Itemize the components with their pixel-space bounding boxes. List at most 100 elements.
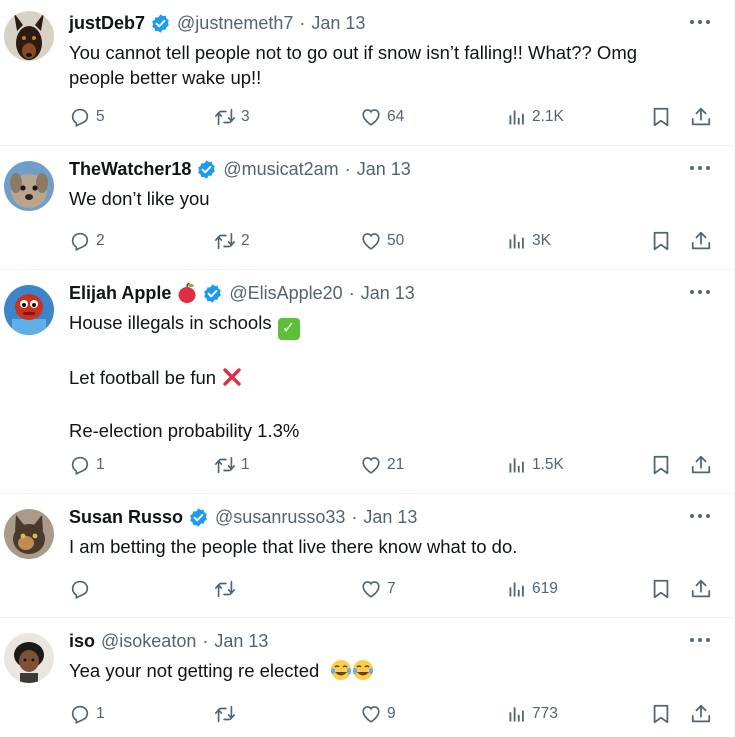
user-handle[interactable]: @isokeaton (101, 629, 196, 653)
user-handle[interactable]: @justnemeth7 (177, 11, 293, 35)
bookmark-icon (653, 107, 669, 127)
display-name[interactable]: TheWatcher18 (69, 157, 191, 181)
tweet[interactable]: iso @isokeaton · Jan 13 Yea your not get… (0, 618, 734, 737)
retweet-button[interactable] (214, 702, 241, 726)
more-icon[interactable] (690, 286, 710, 298)
tweet-text-line: Re-election probability 1.3% (69, 419, 300, 441)
views-count: 1.5K (532, 456, 564, 473)
more-icon[interactable] (690, 634, 710, 646)
retweet-icon (215, 580, 235, 598)
retweet-button[interactable] (214, 577, 241, 601)
tweet-text-line: people better wake up!! (69, 67, 262, 88)
views-button[interactable]: 3K (507, 229, 551, 253)
tweet-text: House illegals in schools ✓ Let football … (69, 310, 709, 443)
avatar[interactable] (4, 161, 54, 211)
views-button[interactable]: 773 (507, 702, 558, 726)
retweet-count: 2 (241, 232, 250, 249)
share-button[interactable] (690, 577, 712, 601)
user-handle[interactable]: @susanrusso33 (215, 505, 345, 529)
bookmark-button[interactable] (650, 229, 672, 253)
reply-button[interactable]: 1 (69, 453, 105, 477)
reply-count: 1 (96, 705, 105, 722)
reply-button[interactable]: 5 (69, 105, 105, 129)
retweet-button[interactable]: 2 (214, 229, 250, 253)
display-name[interactable]: iso (69, 629, 95, 653)
tears-of-joy-emoji-icon (352, 659, 374, 687)
share-button[interactable] (690, 702, 712, 726)
bookmark-button[interactable] (650, 453, 672, 477)
retweet-icon (215, 108, 235, 126)
tweet[interactable]: TheWatcher18 @musicat2am · Jan 13 We don… (0, 146, 734, 270)
heart-icon (362, 706, 380, 723)
reply-icon (71, 705, 89, 724)
avatar[interactable] (4, 285, 54, 335)
display-name[interactable]: justDeb7 (69, 11, 145, 35)
reply-count: 2 (96, 232, 105, 249)
tweet[interactable]: Elijah Apple @ElisApple20 · Jan 13 House… (0, 270, 734, 494)
tweet-header: justDeb7 @justnemeth7 · Jan 13 (69, 11, 365, 35)
like-button[interactable]: 9 (360, 702, 396, 726)
bookmark-icon (653, 455, 669, 475)
like-count: 21 (387, 456, 405, 473)
share-icon (691, 231, 711, 250)
share-icon (691, 704, 711, 723)
bookmark-button[interactable] (650, 577, 672, 601)
more-icon[interactable] (690, 162, 710, 174)
views-count: 3K (532, 232, 551, 249)
avatar[interactable] (4, 509, 54, 559)
more-icon[interactable] (690, 510, 710, 522)
verified-badge-icon (188, 507, 209, 528)
user-handle[interactable]: @musicat2am (223, 157, 338, 181)
heart-icon (362, 109, 380, 126)
tweet-text-line: Yea your not getting re elected (69, 660, 320, 681)
more-icon[interactable] (690, 16, 710, 28)
reply-icon (71, 108, 89, 127)
retweet-button[interactable]: 1 (214, 453, 250, 477)
views-icon (509, 582, 524, 597)
retweet-button[interactable]: 3 (214, 105, 250, 129)
share-icon (691, 107, 711, 126)
tweet-text: We don’t like you (69, 186, 709, 211)
views-count: 773 (532, 705, 558, 722)
share-button[interactable] (690, 453, 712, 477)
views-icon (509, 458, 524, 473)
display-name[interactable]: Elijah Apple (69, 281, 171, 305)
like-count: 7 (387, 580, 396, 597)
views-button[interactable]: 2.1K (507, 105, 564, 129)
like-button[interactable]: 64 (360, 105, 404, 129)
bookmark-button[interactable] (650, 702, 672, 726)
like-button[interactable]: 50 (360, 229, 404, 253)
user-handle[interactable]: @ElisApple20 (229, 281, 342, 305)
bookmark-button[interactable] (650, 105, 672, 129)
tweet[interactable]: Susan Russo @susanrusso33 · Jan 13 I am … (0, 494, 734, 618)
reply-button[interactable]: 2 (69, 229, 105, 253)
tweet-date[interactable]: Jan 13 (363, 505, 417, 529)
separator-dot: · (202, 631, 209, 651)
share-button[interactable] (690, 105, 712, 129)
avatar[interactable] (4, 11, 54, 61)
like-button[interactable]: 7 (360, 577, 396, 601)
tweet-actions: 7 619 (0, 577, 734, 601)
share-button[interactable] (690, 229, 712, 253)
views-icon (509, 234, 524, 249)
views-button[interactable]: 1.5K (507, 453, 564, 477)
tweet-date[interactable]: Jan 13 (357, 157, 411, 181)
separator-dot: · (299, 13, 306, 33)
views-count: 2.1K (532, 108, 564, 125)
views-button[interactable]: 619 (507, 577, 558, 601)
like-button[interactable]: 21 (360, 453, 404, 477)
display-name[interactable]: Susan Russo (69, 505, 183, 529)
reply-button[interactable] (69, 577, 96, 601)
tweet-text: Yea your not getting re elected (69, 658, 709, 687)
tweet-header: TheWatcher18 @musicat2am · Jan 13 (69, 157, 411, 181)
tweet-date[interactable]: Jan 13 (214, 629, 268, 653)
tweet-date[interactable]: Jan 13 (311, 11, 365, 35)
retweet-icon (215, 456, 235, 474)
reply-button[interactable]: 1 (69, 702, 105, 726)
tweet-text: I am betting the people that live there … (69, 534, 709, 559)
like-count: 64 (387, 108, 405, 125)
tweet-text: You cannot tell people not to go out if … (69, 40, 709, 90)
tweet-date[interactable]: Jan 13 (361, 281, 415, 305)
tweet[interactable]: justDeb7 @justnemeth7 · Jan 13 You canno… (0, 0, 734, 146)
avatar[interactable] (4, 633, 54, 683)
